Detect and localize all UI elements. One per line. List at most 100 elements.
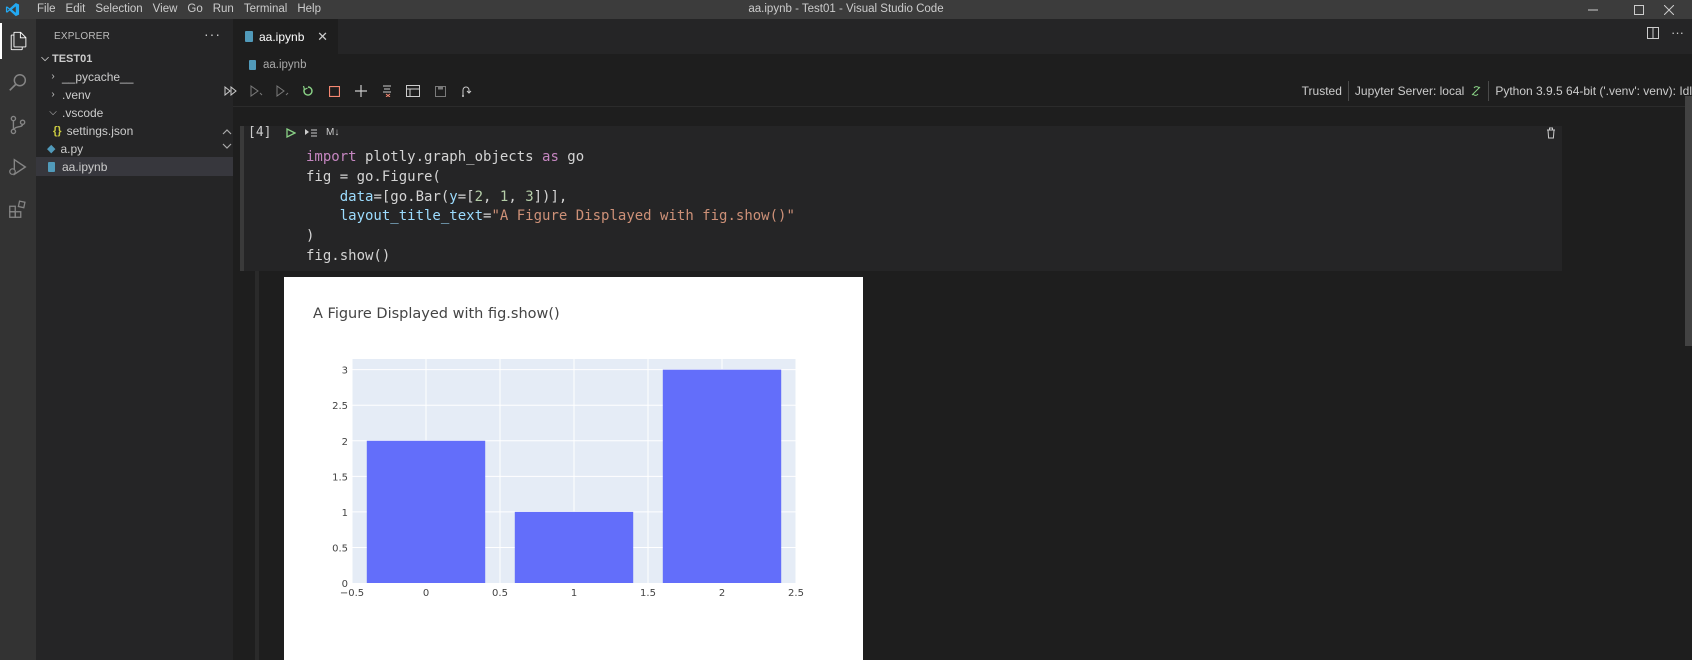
move-cell-icon[interactable] xyxy=(221,128,233,152)
cell-toolbar: M↓ xyxy=(286,127,339,138)
code-token: y xyxy=(449,188,458,205)
minimize-icon xyxy=(1588,9,1598,10)
activity-extensions[interactable] xyxy=(0,191,36,227)
chevron-down-icon: ⌵ xyxy=(41,53,49,64)
json-file-icon: {} xyxy=(53,124,62,137)
tab-label: aa.ipynb xyxy=(259,29,305,44)
separator xyxy=(1347,81,1349,101)
editor-scrollbar[interactable] xyxy=(1682,76,1692,346)
notebook-file-icon xyxy=(48,161,55,172)
menu-file[interactable]: File xyxy=(32,0,61,19)
activity-bar xyxy=(0,19,36,660)
tree-item-vscode[interactable]: ⌵ .vscode xyxy=(36,103,233,122)
split-editor-icon[interactable] xyxy=(1647,27,1659,39)
x-tick-label: 2.5 xyxy=(788,588,804,599)
close-window-button[interactable] xyxy=(1646,0,1692,19)
tree-root-folder[interactable]: ⌵ TEST01 xyxy=(36,49,233,68)
python-file-icon: ◆ xyxy=(47,143,56,155)
plus-icon xyxy=(355,85,367,97)
minimize-button[interactable] xyxy=(1570,0,1616,19)
code-token: , xyxy=(483,188,500,205)
bar[interactable] xyxy=(366,440,486,583)
maximize-icon xyxy=(1634,4,1644,15)
variables-button[interactable] xyxy=(405,83,421,99)
delete-cell-icon[interactable] xyxy=(1546,127,1556,139)
tree-item-settings-json[interactable]: {} settings.json xyxy=(36,121,233,140)
run-debug-icon xyxy=(9,158,27,176)
menu-view[interactable]: View xyxy=(148,0,183,19)
code-token: data xyxy=(339,188,374,205)
output-gutter xyxy=(255,271,259,660)
tab-aa-ipynb[interactable]: aa.ipynb ✕ xyxy=(233,19,338,54)
menu-help[interactable]: Help xyxy=(292,0,326,19)
code-token: layout_title_text xyxy=(339,208,484,225)
clear-outputs-button[interactable] xyxy=(379,83,395,99)
export-button[interactable] xyxy=(458,83,474,99)
explorer-header: EXPLORER xyxy=(54,31,111,42)
run-below-button[interactable] xyxy=(275,83,291,99)
code-line: fig = go.Figure( xyxy=(306,168,441,185)
menu-run[interactable]: Run xyxy=(208,0,239,19)
restart-kernel-button[interactable] xyxy=(300,83,316,99)
bar[interactable] xyxy=(514,511,634,583)
files-icon xyxy=(10,31,27,51)
connection-icon xyxy=(1471,86,1481,96)
tree-item-venv[interactable]: › .venv xyxy=(36,85,233,104)
code-line: ) xyxy=(306,228,315,245)
x-tick-label: 1.5 xyxy=(640,588,656,599)
run-by-line-icon[interactable] xyxy=(304,128,318,138)
plotly-bar-chart[interactable]: A Figure Displayed with fig.show() 0 0.5 1… xyxy=(284,277,863,660)
breadcrumb: aa.ipynb xyxy=(233,54,1692,76)
cell-type-badge[interactable]: M↓ xyxy=(326,127,339,138)
cell-output: A Figure Displayed with fig.show() 0 0.5 1… xyxy=(284,277,863,660)
run-above-icon xyxy=(250,85,263,97)
title-bar: File Edit Selection View Go Run Terminal… xyxy=(0,0,1692,19)
bar[interactable] xyxy=(662,369,782,583)
interrupt-kernel-button[interactable] xyxy=(326,83,342,99)
menu-selection[interactable]: Selection xyxy=(90,0,147,19)
run-all-button[interactable] xyxy=(223,83,239,99)
separator xyxy=(1488,81,1490,101)
breadcrumb-item[interactable]: aa.ipynb xyxy=(263,59,306,71)
trusted-status[interactable]: Trusted xyxy=(1302,84,1342,98)
close-icon xyxy=(1664,4,1674,15)
tree-item-pycache[interactable]: › __pycache__ xyxy=(36,67,233,86)
menu-edit[interactable]: Edit xyxy=(61,0,91,19)
code-token: as xyxy=(542,149,559,165)
vscode-logo-icon xyxy=(5,2,20,17)
chevron-right-icon: › xyxy=(51,71,55,82)
explorer-more-actions[interactable]: ··· xyxy=(204,26,221,42)
scrollbar-thumb[interactable] xyxy=(1685,96,1692,346)
code-token: plotly.graph_objects xyxy=(356,149,543,165)
kernel-selector[interactable]: Python 3.9.5 64-bit ('.venv': venv): Idl xyxy=(1495,84,1692,98)
more-actions-icon[interactable]: ··· xyxy=(1671,26,1684,39)
save-button[interactable] xyxy=(432,83,448,99)
activity-explorer[interactable] xyxy=(0,23,36,59)
jupyter-server-status[interactable]: Jupyter Server: local xyxy=(1355,84,1464,98)
code-token: "A Figure Displayed with fig.show()" xyxy=(491,208,795,225)
x-tick-label: 2 xyxy=(719,588,725,599)
tree-root-label: TEST01 xyxy=(52,52,93,65)
activity-source-control[interactable] xyxy=(0,107,36,143)
menu-go[interactable]: Go xyxy=(182,0,207,19)
run-above-button[interactable] xyxy=(249,83,265,99)
activity-run-debug[interactable] xyxy=(0,149,36,185)
tree-item-a-py[interactable]: ◆ a.py xyxy=(36,139,233,158)
add-cell-button[interactable] xyxy=(353,83,369,99)
clear-all-icon xyxy=(383,85,391,97)
code-editor[interactable]: import plotly.graph_objects as go fig = … xyxy=(306,148,795,267)
notebook-file-icon xyxy=(249,60,256,70)
close-tab-icon[interactable]: ✕ xyxy=(317,29,328,45)
tree-item-aa-ipynb[interactable]: aa.ipynb xyxy=(36,157,233,176)
source-control-icon xyxy=(10,115,26,135)
variables-icon xyxy=(406,85,420,97)
run-cell-icon[interactable] xyxy=(286,127,296,138)
stop-icon xyxy=(328,85,340,97)
tree-item-label: settings.json xyxy=(66,123,134,138)
code-token: 2 xyxy=(474,188,484,205)
activity-search[interactable] xyxy=(0,65,36,101)
menu-terminal[interactable]: Terminal xyxy=(239,0,292,19)
run-below-icon xyxy=(276,85,289,97)
x-tick-label: 0.5 xyxy=(492,588,508,599)
